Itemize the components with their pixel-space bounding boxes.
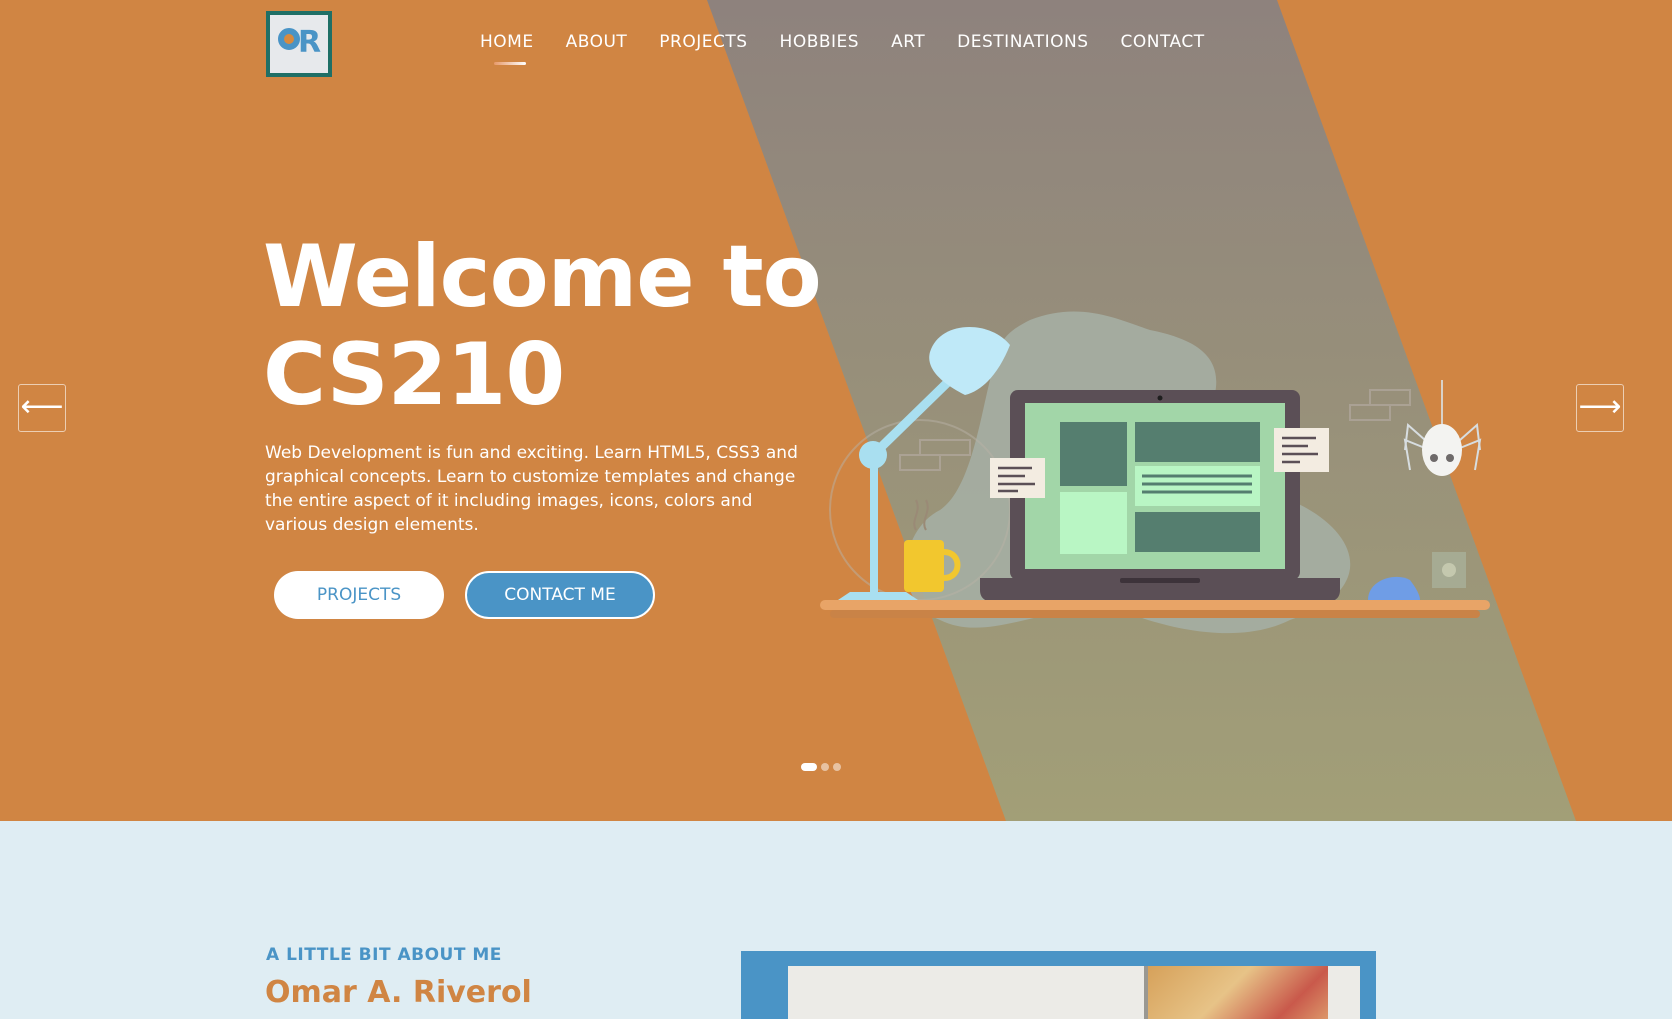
nav-contact[interactable]: CONTACT (1121, 30, 1205, 54)
contact-me-button[interactable]: CONTACT ME (465, 571, 655, 619)
hero-title-line-1: Welcome to (263, 227, 822, 327)
about-eyebrow: A LITTLE BIT ABOUT ME (266, 945, 502, 965)
carousel-dot-3[interactable] (833, 763, 841, 771)
hero-title-line-2: CS210 (263, 325, 565, 425)
arrow-left-icon: ⟵ (20, 389, 64, 424)
logo-o-mark (278, 28, 300, 50)
nav-art[interactable]: ART (891, 30, 925, 54)
nav-projects[interactable]: PROJECTS (659, 30, 747, 54)
hero-title: Welcome to CS210 (263, 228, 863, 424)
projects-button[interactable]: PROJECTS (274, 571, 444, 619)
hero-description: Web Development is fun and exciting. Lea… (265, 443, 798, 535)
nav-destinations[interactable]: DESTINATIONS (957, 30, 1088, 54)
workspace-illustration (820, 311, 1490, 634)
nav-hobbies[interactable]: HOBBIES (780, 30, 860, 54)
carousel-indicators (801, 763, 845, 771)
main-nav: HOME ABOUT PROJECTS HOBBIES ART DESTINAT… (480, 30, 1237, 65)
carousel-next-button[interactable]: ⟶ (1576, 384, 1624, 432)
about-name: Omar A. Riverol (265, 975, 532, 1010)
carousel-dot-2[interactable] (821, 763, 829, 771)
arrow-right-icon: ⟶ (1578, 389, 1622, 424)
nav-about[interactable]: ABOUT (566, 30, 628, 54)
about-photo-artwork (1148, 966, 1328, 1019)
carousel-prev-button[interactable]: ⟵ (18, 384, 66, 432)
carousel-dot-1[interactable] (801, 763, 817, 771)
logo-r-mark: R (298, 25, 322, 60)
nav-home[interactable]: HOME (480, 30, 534, 65)
site-logo[interactable]: R (266, 11, 332, 77)
hero-section: R HOME ABOUT PROJECTS HOBBIES ART DESTIN… (0, 0, 1672, 821)
about-photo (741, 951, 1376, 1019)
